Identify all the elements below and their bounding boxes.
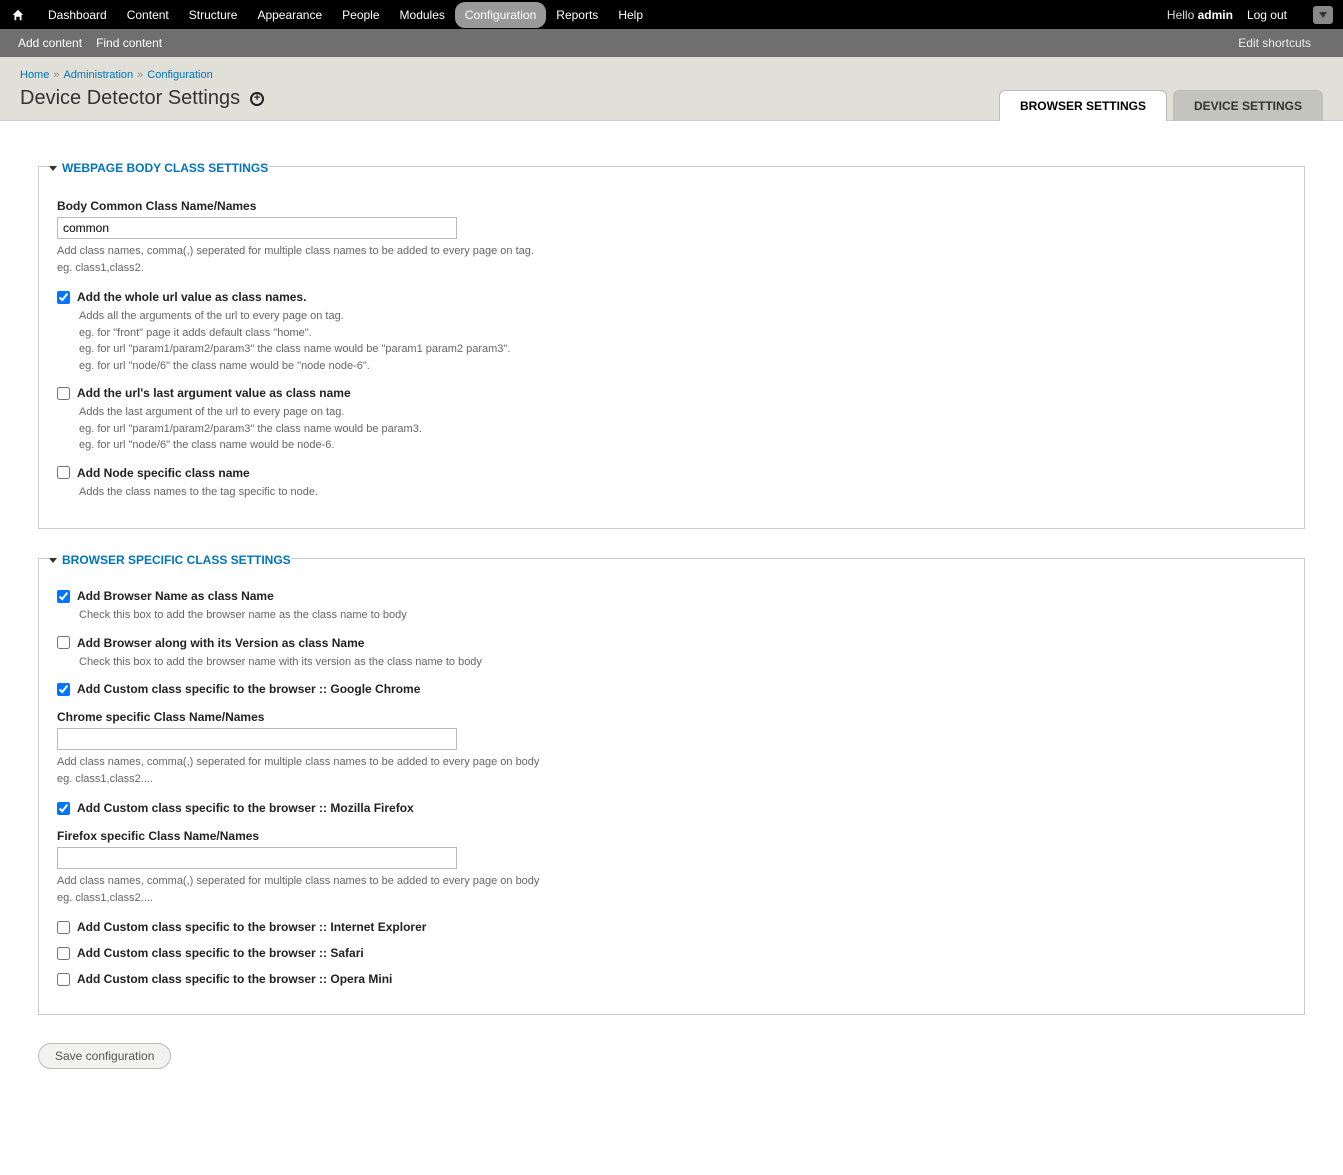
admin-toolbar: DashboardContentStructureAppearancePeopl…: [0, 0, 1343, 29]
shortcut-link[interactable]: Find content: [96, 36, 162, 50]
chk-whole-url: Add the whole url value as class names. …: [57, 290, 1286, 374]
toolbar-menu-item[interactable]: Dashboard: [38, 2, 117, 28]
chk-ie: Add Custom class specific to the browser…: [57, 920, 1286, 934]
field-description: Check this box to add the browser name a…: [79, 607, 1286, 624]
toolbar-menu-item[interactable]: Appearance: [247, 2, 332, 28]
field-description: Check this box to add the browser name w…: [79, 654, 1286, 671]
logout-link[interactable]: Log out: [1247, 8, 1287, 22]
panel-webpage-body-class: WEBPAGE BODY CLASS SETTINGS Body Common …: [38, 153, 1305, 529]
field-label: Firefox specific Class Name/Names: [57, 829, 1286, 843]
field-description: Add class names, comma(,) seperated for …: [57, 243, 1286, 276]
chk-chrome-input[interactable]: [57, 683, 70, 696]
branding-region: Home»Administration»Configuration Device…: [0, 57, 1343, 121]
toolbar-menu-item[interactable]: Reports: [546, 2, 608, 28]
chk-label: Add Browser along with its Version as cl…: [77, 636, 364, 650]
field-label: Body Common Class Name/Names: [57, 199, 1286, 213]
breadcrumb-separator: »: [133, 69, 147, 81]
chk-label: Add Custom class specific to the browser…: [77, 920, 426, 934]
chk-label: Add Custom class specific to the browser…: [77, 682, 420, 696]
chk-browser-name: Add Browser Name as class Name Check thi…: [57, 589, 1286, 624]
chevron-down-icon: [49, 558, 57, 563]
field-description: Add class names, comma(,) seperated for …: [57, 754, 1286, 787]
shortcut-link[interactable]: Add content: [18, 36, 82, 50]
chk-node-input[interactable]: [57, 466, 70, 479]
toolbar-menu-item[interactable]: Help: [608, 2, 653, 28]
chk-node-specific: Add Node specific class name Adds the cl…: [57, 466, 1286, 501]
chk-label: Add Node specific class name: [77, 466, 250, 480]
panel-legend[interactable]: WEBPAGE BODY CLASS SETTINGS: [49, 153, 268, 179]
hello-text: Hello admin: [1167, 8, 1233, 22]
field-description: Adds the last argument of the url to eve…: [79, 404, 1286, 454]
field-description: Add class names, comma(,) seperated for …: [57, 873, 1286, 906]
chk-label: Add Custom class specific to the browser…: [77, 801, 414, 815]
chk-browser-version-input[interactable]: [57, 636, 70, 649]
edit-shortcuts-link[interactable]: Edit shortcuts: [1238, 36, 1311, 50]
panel-legend[interactable]: BROWSER SPECIFIC CLASS SETTINGS: [49, 545, 291, 571]
tab-device-settings[interactable]: DEVICE SETTINGS: [1173, 90, 1323, 121]
toolbar-menu-item[interactable]: Modules: [390, 2, 455, 28]
chk-label: Add the url's last argument value as cla…: [77, 386, 351, 400]
plus-icon[interactable]: +: [250, 92, 264, 106]
chk-opera-input[interactable]: [57, 973, 70, 986]
chk-label: Add Custom class specific to the browser…: [77, 946, 364, 960]
body-common-class-field: Body Common Class Name/Names Add class n…: [57, 199, 1286, 276]
toolbar-toggle-icon[interactable]: [1313, 6, 1333, 24]
chk-opera: Add Custom class specific to the browser…: [57, 972, 1286, 986]
toolbar-menu-item[interactable]: Structure: [179, 2, 248, 28]
chrome-class-field: Chrome specific Class Name/Names Add cla…: [57, 710, 1286, 787]
chk-label: Add the whole url value as class names.: [77, 290, 306, 304]
breadcrumb-item[interactable]: Administration: [63, 69, 133, 81]
panel-browser-specific: BROWSER SPECIFIC CLASS SETTINGS Add Brow…: [38, 545, 1305, 1015]
body-common-class-input[interactable]: [57, 217, 457, 239]
chk-whole-url-input[interactable]: [57, 291, 70, 304]
toolbar-menu: DashboardContentStructureAppearancePeopl…: [38, 2, 653, 28]
chk-browser-name-input[interactable]: [57, 590, 70, 603]
chk-ie-input[interactable]: [57, 921, 70, 934]
chk-firefox: Add Custom class specific to the browser…: [57, 801, 1286, 815]
chk-safari-input[interactable]: [57, 947, 70, 960]
chk-safari: Add Custom class specific to the browser…: [57, 946, 1286, 960]
chk-browser-version: Add Browser along with its Version as cl…: [57, 636, 1286, 671]
home-icon[interactable]: [10, 7, 26, 23]
chk-chrome: Add Custom class specific to the browser…: [57, 682, 1286, 696]
chk-label: Add Browser Name as class Name: [77, 589, 274, 603]
shortcut-bar: Add content Find content Edit shortcuts: [0, 29, 1343, 57]
page-title: Device Detector Settings +: [20, 87, 264, 110]
toolbar-menu-item[interactable]: Content: [117, 2, 179, 28]
chk-last-arg-input[interactable]: [57, 387, 70, 400]
tab-browser-settings[interactable]: BROWSER SETTINGS: [999, 90, 1167, 121]
primary-tabs: BROWSER SETTINGSDEVICE SETTINGS: [999, 90, 1323, 121]
chrome-class-input[interactable]: [57, 728, 457, 750]
breadcrumb-item[interactable]: Configuration: [147, 69, 212, 81]
content-region: WEBPAGE BODY CLASS SETTINGS Body Common …: [0, 121, 1343, 1099]
chk-label: Add Custom class specific to the browser…: [77, 972, 392, 986]
firefox-class-input[interactable]: [57, 847, 457, 869]
save-button[interactable]: Save configuration: [38, 1043, 171, 1069]
breadcrumb-separator: »: [49, 69, 63, 81]
chk-firefox-input[interactable]: [57, 802, 70, 815]
firefox-class-field: Firefox specific Class Name/Names Add cl…: [57, 829, 1286, 906]
toolbar-menu-item[interactable]: Configuration: [455, 2, 546, 28]
chk-last-arg: Add the url's last argument value as cla…: [57, 386, 1286, 454]
field-description: Adds all the arguments of the url to eve…: [79, 308, 1286, 374]
breadcrumb: Home»Administration»Configuration: [20, 69, 1323, 81]
breadcrumb-item[interactable]: Home: [20, 69, 49, 81]
field-description: Adds the class names to the tag specific…: [79, 484, 1286, 501]
chevron-down-icon: [49, 166, 57, 171]
field-label: Chrome specific Class Name/Names: [57, 710, 1286, 724]
toolbar-menu-item[interactable]: People: [332, 2, 389, 28]
